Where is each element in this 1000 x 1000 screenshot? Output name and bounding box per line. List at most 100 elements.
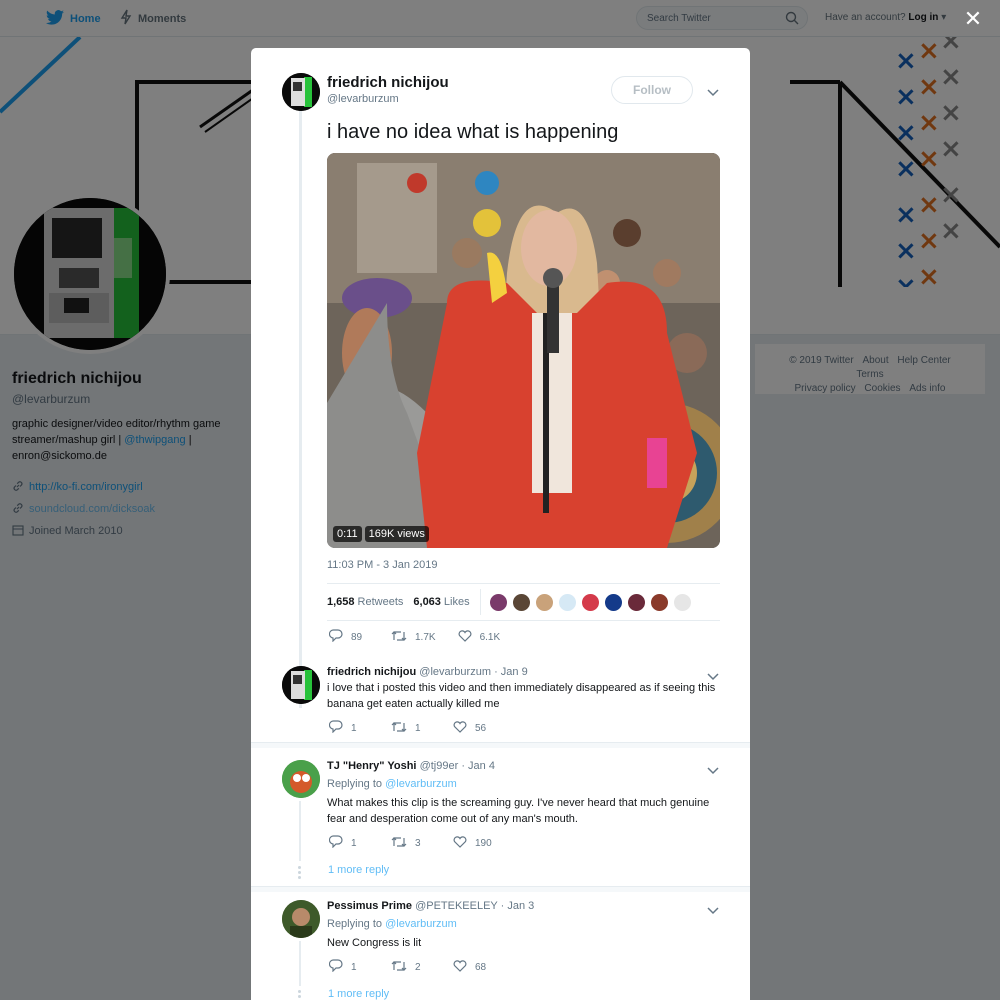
liker-avatar[interactable] bbox=[672, 592, 692, 612]
replying-to: Replying to @levarburzum bbox=[327, 778, 457, 790]
reply-count: 89 bbox=[351, 631, 363, 643]
like-count: 56 bbox=[475, 722, 487, 734]
like-button[interactable]: 6.1K bbox=[458, 629, 501, 645]
liker-avatar[interactable] bbox=[488, 592, 508, 612]
retweet-button[interactable]: 2 bbox=[391, 960, 431, 975]
replying-to-label: Replying to bbox=[327, 778, 383, 790]
tweet-timestamp[interactable]: 11:03 PM - 3 Jan 2019 bbox=[327, 559, 437, 571]
heart-icon bbox=[458, 629, 480, 645]
tweet-author-avatar[interactable] bbox=[282, 73, 320, 111]
reply-button[interactable]: 1 bbox=[328, 720, 369, 736]
reply-icon bbox=[328, 720, 351, 736]
replying-to-link[interactable]: @levarburzum bbox=[385, 918, 457, 930]
tweet-video[interactable]: 0:11 169K views bbox=[327, 153, 720, 548]
like-count: 190 bbox=[475, 837, 492, 849]
reply-actions: 1 3 190 bbox=[328, 835, 515, 851]
reply-date[interactable]: · Jan 4 bbox=[461, 760, 495, 772]
replying-to-label: Replying to bbox=[327, 918, 383, 930]
retweet-count: 1.7K bbox=[415, 631, 436, 643]
retweet-count: 2 bbox=[415, 961, 421, 973]
reply-button[interactable]: 1 bbox=[328, 835, 369, 851]
like-button[interactable]: 190 bbox=[453, 835, 493, 851]
reply-count: 1 bbox=[351, 722, 357, 734]
heart-icon bbox=[453, 720, 475, 736]
liker-avatars bbox=[488, 592, 692, 612]
reply-icon bbox=[328, 629, 351, 645]
chevron-down-icon[interactable] bbox=[707, 762, 719, 780]
tweet-author-name[interactable]: friedrich nichijou bbox=[327, 74, 449, 91]
reply-date[interactable]: · Jan 3 bbox=[501, 900, 535, 912]
retweets-label[interactable]: Retweets bbox=[358, 596, 404, 608]
reply-button[interactable]: 89 bbox=[328, 629, 369, 645]
reply-avatar[interactable] bbox=[282, 760, 320, 798]
reply-author-name[interactable]: friedrich nichijou bbox=[327, 666, 416, 678]
reply-text: What makes this clip is the screaming gu… bbox=[327, 797, 710, 825]
thread-connector bbox=[299, 801, 301, 861]
reply-avatar[interactable] bbox=[282, 666, 320, 704]
reply-header: friedrich nichijou @levarburzum · Jan 9 bbox=[327, 666, 528, 678]
more-replies-link[interactable]: 1 more reply bbox=[328, 864, 389, 876]
like-button[interactable]: 56 bbox=[453, 720, 493, 736]
more-replies-dots bbox=[298, 866, 302, 881]
retweet-count: 1 bbox=[415, 722, 421, 734]
retweet-button[interactable]: 1 bbox=[391, 721, 431, 736]
likes-count[interactable]: 6,063 bbox=[413, 596, 441, 608]
close-icon[interactable]: ✕ bbox=[963, 8, 983, 30]
follow-button[interactable]: Follow bbox=[611, 76, 693, 104]
reply-author-name[interactable]: Pessimus Prime bbox=[327, 900, 412, 912]
video-duration: 0:11 bbox=[333, 526, 362, 542]
like-count: 6.1K bbox=[479, 631, 501, 643]
tweet-stats: 1,658 Retweets 6,063 Likes bbox=[327, 583, 720, 621]
reply-icon bbox=[328, 835, 351, 851]
retweet-icon bbox=[391, 630, 415, 645]
liker-avatar[interactable] bbox=[603, 592, 623, 612]
tweet-author-handle[interactable]: @levarburzum bbox=[327, 93, 399, 105]
reply-divider bbox=[251, 886, 750, 892]
liker-avatar[interactable] bbox=[580, 592, 600, 612]
reply-actions: 1 1 56 bbox=[328, 720, 515, 736]
reply-header: TJ "Henry" Yoshi @tj99er · Jan 4 bbox=[327, 760, 495, 772]
reply-icon bbox=[328, 959, 351, 975]
liker-avatar[interactable] bbox=[534, 592, 554, 612]
liker-avatar[interactable] bbox=[626, 592, 646, 612]
tweet-actions: 89 1.7K 6.1K bbox=[328, 629, 522, 645]
reply-date[interactable]: · Jan 9 bbox=[494, 666, 528, 678]
chevron-down-icon[interactable] bbox=[707, 902, 719, 920]
more-replies-dots bbox=[298, 990, 302, 1000]
likes-label[interactable]: Likes bbox=[444, 596, 470, 608]
retweet-icon bbox=[391, 836, 415, 851]
tweet-text: i have no idea what is happening bbox=[327, 121, 619, 143]
reply-count: 1 bbox=[351, 837, 357, 849]
heart-icon bbox=[453, 835, 475, 851]
reply-header: Pessimus Prime @PETEKEELEY · Jan 3 bbox=[327, 900, 534, 912]
video-views: 169K views bbox=[364, 526, 429, 542]
stats-divider bbox=[479, 589, 481, 615]
retweet-button[interactable]: 1.7K bbox=[391, 630, 436, 645]
reply-author-handle[interactable]: @tj99er bbox=[420, 760, 459, 772]
retweet-button[interactable]: 3 bbox=[391, 836, 431, 851]
reply-text: New Congress is lit bbox=[327, 937, 422, 949]
liker-avatar[interactable] bbox=[557, 592, 577, 612]
thread-connector bbox=[299, 941, 301, 986]
reply-avatar[interactable] bbox=[282, 900, 320, 938]
chevron-down-icon[interactable] bbox=[707, 84, 719, 102]
like-button[interactable]: 68 bbox=[453, 959, 493, 975]
reply-actions: 1 2 68 bbox=[328, 959, 515, 975]
thread-connector bbox=[299, 108, 302, 708]
like-count: 68 bbox=[475, 961, 487, 973]
more-replies-link[interactable]: 1 more reply bbox=[328, 988, 389, 1000]
video-badges: 0:11 169K views bbox=[333, 526, 429, 542]
reply-button[interactable]: 1 bbox=[328, 959, 369, 975]
reply-author-handle[interactable]: @PETEKEELEY bbox=[415, 900, 498, 912]
retweet-icon bbox=[391, 960, 415, 975]
reply-author-name[interactable]: TJ "Henry" Yoshi bbox=[327, 760, 417, 772]
reply-author-handle[interactable]: @levarburzum bbox=[419, 666, 491, 678]
replying-to-link[interactable]: @levarburzum bbox=[385, 778, 457, 790]
tweet-permalink-modal: friedrich nichijou @levarburzum Follow i… bbox=[251, 48, 750, 1000]
retweet-count: 3 bbox=[415, 837, 421, 849]
liker-avatar[interactable] bbox=[649, 592, 669, 612]
retweets-count[interactable]: 1,658 bbox=[327, 596, 355, 608]
reply-divider bbox=[251, 742, 750, 748]
retweet-icon bbox=[391, 721, 415, 736]
liker-avatar[interactable] bbox=[511, 592, 531, 612]
